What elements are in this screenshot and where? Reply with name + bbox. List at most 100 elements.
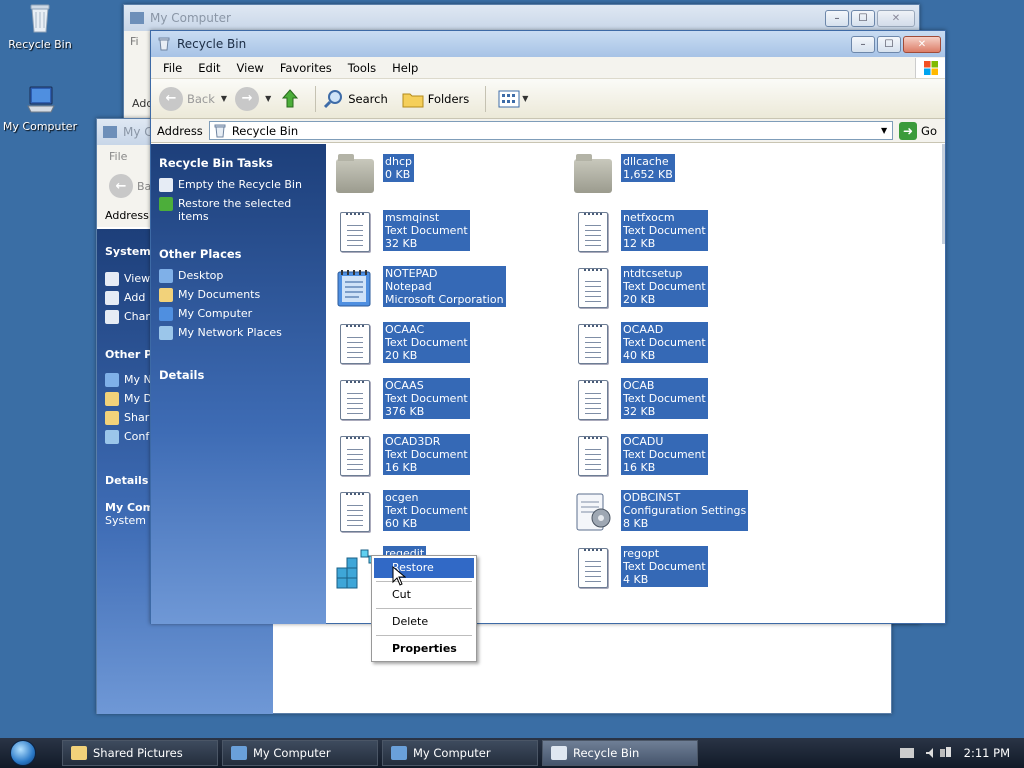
forward-dropdown-icon[interactable]: ▼	[265, 94, 271, 103]
views-icon[interactable]: ▼	[498, 90, 536, 108]
place-label: My D	[124, 392, 152, 405]
forward-arrow-icon[interactable]: →	[235, 86, 260, 111]
menu-file[interactable]: File	[109, 150, 127, 163]
address-dropdown-icon[interactable]: ▼	[876, 122, 892, 139]
file-item[interactable]: msmqinst Text Document 32 KB	[333, 210, 470, 254]
file-name: OCAAC	[385, 323, 425, 336]
file-label: OCADU Text Document 16 KB	[621, 434, 708, 475]
file-item[interactable]: OCADU Text Document 16 KB	[571, 434, 708, 478]
file-item[interactable]: dllcache 1,652 KB	[571, 154, 675, 198]
file-detail: Text Document	[623, 224, 706, 237]
maximize-button[interactable]: ☐	[851, 9, 875, 27]
menu-item-restore[interactable]: Restore	[374, 558, 474, 578]
menu-item-properties[interactable]: Properties	[374, 639, 474, 659]
file-detail: Configuration Settings	[623, 504, 747, 517]
text-document-icon	[333, 490, 377, 534]
start-button[interactable]	[0, 738, 46, 768]
place-desktop[interactable]: Desktop	[159, 269, 318, 283]
place-my-documents[interactable]: My Documents	[159, 288, 318, 302]
mouse-cursor-icon	[392, 565, 407, 586]
file-item[interactable]: OCAAC Text Document 20 KB	[333, 322, 470, 366]
desktop-icon-my-computer[interactable]: My Computer	[0, 84, 80, 133]
search-button[interactable]: Search	[322, 88, 388, 110]
recycle-bin-window[interactable]: Recycle Bin – ☐ ✕ File Edit View Favorit…	[150, 30, 946, 624]
file-label: msmqinst Text Document 32 KB	[383, 210, 470, 251]
file-item[interactable]: dhcp 0 KB	[333, 154, 414, 198]
window-titlebar[interactable]: My Computer – ☐ ✕	[124, 5, 919, 31]
file-detail: 8 KB	[623, 517, 649, 530]
desktop-icon-recycle-bin[interactable]: Recycle Bin	[0, 2, 80, 51]
maximize-button[interactable]: ☐	[877, 35, 901, 53]
menu-favorites[interactable]: Favorites	[272, 61, 340, 75]
menu-help[interactable]: Help	[384, 61, 426, 75]
up-folder-icon[interactable]	[279, 88, 301, 110]
minimize-button[interactable]: –	[851, 35, 875, 53]
back-arrow-icon[interactable]: ←	[109, 174, 133, 198]
file-name: dllcache	[623, 155, 669, 168]
clock[interactable]: 2:11 PM	[964, 746, 1010, 760]
search-icon	[322, 88, 344, 110]
file-name: ntdtcsetup	[623, 267, 683, 280]
file-item[interactable]: OCAAS Text Document 376 KB	[333, 378, 470, 422]
file-item[interactable]: NOTEPAD Notepad Microsoft Corporation	[333, 266, 506, 310]
task-empty-recycle-bin[interactable]: Empty the Recycle Bin	[159, 178, 318, 192]
address-input[interactable]: Recycle Bin ▼	[208, 121, 894, 140]
menu-item-cut[interactable]: Cut	[374, 585, 474, 605]
taskbar-button-my-computer-2[interactable]: My Computer	[382, 740, 538, 766]
restore-arrow-icon	[159, 197, 173, 211]
file-detail: 60 KB	[385, 517, 418, 530]
file-item[interactable]: OCAD3DR Text Document 16 KB	[333, 434, 470, 478]
taskbar-button-my-computer[interactable]: My Computer	[222, 740, 378, 766]
window-titlebar[interactable]: Recycle Bin – ☐ ✕	[151, 31, 945, 57]
go-button[interactable]: ➜ Go	[899, 121, 937, 140]
menu-file[interactable]: File	[155, 61, 190, 75]
toolbar-separator	[485, 85, 487, 112]
menu-tools[interactable]: Tools	[340, 61, 384, 75]
menu-item-delete[interactable]: Delete	[374, 612, 474, 632]
back-button[interactable]: ← Back	[159, 86, 215, 111]
back-dropdown-icon[interactable]: ▼	[221, 94, 227, 103]
place-label: Conf	[124, 430, 150, 443]
keyboard-icon[interactable]	[899, 748, 914, 758]
task-restore-selected[interactable]: Restore the selected items	[159, 197, 318, 223]
menu-edit[interactable]: Edit	[190, 61, 228, 75]
folders-button[interactable]: Folders	[402, 89, 470, 109]
menu-separator	[376, 608, 472, 609]
file-detail: Text Document	[623, 560, 706, 573]
file-item[interactable]: regopt Text Document 4 KB	[571, 546, 708, 590]
file-item[interactable]: OCAB Text Document 32 KB	[571, 378, 708, 422]
file-name: OCAB	[623, 379, 655, 392]
file-item[interactable]: ntdtcsetup Text Document 20 KB	[571, 266, 708, 310]
taskbar-button-recycle-bin[interactable]: Recycle Bin	[542, 740, 698, 766]
view-icon	[105, 272, 119, 286]
file-detail: 32 KB	[623, 405, 656, 418]
file-item[interactable]: ocgen Text Document 60 KB	[333, 490, 470, 534]
folders-button-label: Folders	[427, 91, 470, 106]
task-label: Restore the selected items	[178, 197, 292, 223]
menu-view[interactable]: View	[229, 61, 272, 75]
back-button-label: Back	[187, 91, 215, 106]
taskbar-button-label: My Computer	[253, 746, 331, 760]
back-arrow-icon: ←	[159, 86, 183, 111]
file-detail: Text Document	[623, 336, 706, 349]
views-dropdown-icon: ▼	[522, 94, 529, 103]
file-detail: Notepad	[385, 280, 432, 293]
file-item[interactable]: OCAAD Text Document 40 KB	[571, 322, 708, 366]
file-label: OCAB Text Document 32 KB	[621, 378, 708, 419]
taskbar-button-shared-pictures[interactable]: Shared Pictures	[62, 740, 218, 766]
place-label: My Computer	[178, 307, 253, 320]
network-volume-icon[interactable]	[924, 746, 954, 760]
file-detail: 0 KB	[385, 168, 411, 181]
place-my-computer[interactable]: My Computer	[159, 307, 318, 321]
place-my-network-places[interactable]: My Network Places	[159, 326, 318, 340]
menubar: File Edit View Favorites Tools Help	[151, 57, 945, 79]
close-button[interactable]: ✕	[877, 9, 915, 27]
file-item[interactable]: ODBCINST Configuration Settings 8 KB	[571, 490, 749, 534]
file-item[interactable]: netfxocm Text Document 12 KB	[571, 210, 708, 254]
minimize-button[interactable]: –	[825, 9, 849, 27]
file-name: OCAAD	[623, 323, 664, 336]
file-label: dllcache 1,652 KB	[621, 154, 675, 182]
close-button[interactable]: ✕	[903, 35, 941, 53]
file-detail: 16 KB	[385, 461, 418, 474]
folder-icon	[333, 154, 377, 198]
